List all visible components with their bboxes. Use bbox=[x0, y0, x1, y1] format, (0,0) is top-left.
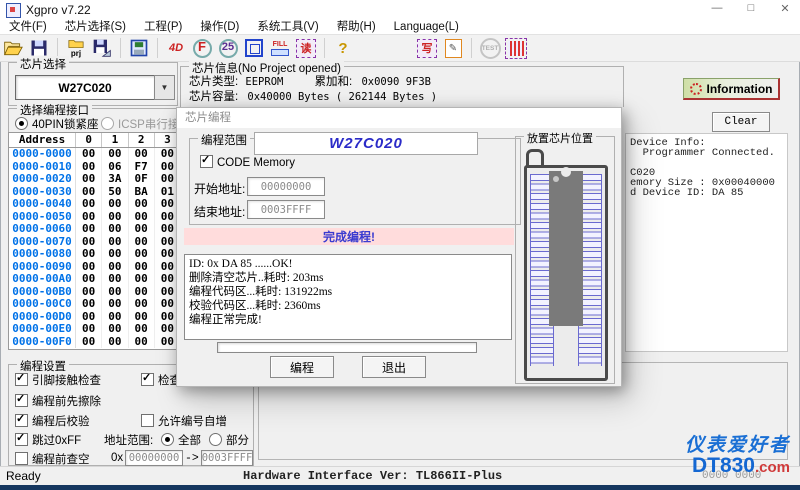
table-row[interactable]: 0000-0020 00 3A 0F 00 bbox=[9, 172, 182, 186]
program-log-line: 编程正常完成! bbox=[189, 314, 262, 326]
table-row[interactable]: 0000-0060 00 00 00 00 bbox=[9, 222, 182, 236]
addr-arrow: -> bbox=[185, 452, 199, 465]
dip-chip-icon bbox=[549, 167, 583, 326]
checkbox-code-memory[interactable]: CODE Memory bbox=[200, 153, 295, 169]
menu-item[interactable]: 系统工具(V) bbox=[248, 20, 327, 34]
chip-select-group-title: 芯片选择 bbox=[17, 56, 69, 72]
chip-select-combo[interactable]: W27C020 bbox=[15, 75, 155, 100]
minimize-button[interactable]: — bbox=[710, 2, 724, 15]
end-address-label: 结束地址: bbox=[194, 205, 246, 219]
fill-icon[interactable]: FILL bbox=[269, 37, 291, 59]
chip-select-dropdown-button[interactable] bbox=[154, 75, 175, 100]
checkbox-check-id[interactable]: 检查 bbox=[141, 371, 181, 388]
table-row[interactable]: 0000-00E0 00 00 00 00 bbox=[9, 322, 182, 336]
program-status-banner: 完成编程! bbox=[184, 228, 514, 245]
checkbox-auto-increment[interactable]: 允许编号自增 bbox=[141, 413, 227, 429]
title-bar: Xgpro v7.22 — □ ✕ bbox=[0, 0, 800, 20]
read-chip-icon[interactable]: 读 bbox=[295, 37, 317, 59]
search-25-icon[interactable]: 25 bbox=[217, 37, 239, 59]
addr-from-field[interactable]: 00000000 bbox=[125, 450, 183, 466]
device-info-panel: Device Info: Programmer Connected. C020 em… bbox=[625, 133, 788, 352]
chip-info-group: 芯片信息(No Project opened) 芯片类型: EEPROM 累加和… bbox=[180, 60, 624, 107]
socket-group: 放置芯片位置 bbox=[515, 130, 615, 384]
watermark-text: 仪表爱好者 bbox=[684, 435, 790, 456]
program-button[interactable]: 编程 bbox=[270, 356, 334, 378]
menu-item[interactable]: 文件(F) bbox=[0, 20, 56, 34]
hex-buffer-table: Address 0 1 2 3 0000-0000 00 00 00 00 00… bbox=[8, 132, 182, 350]
edit-buffer-icon[interactable]: ✎ bbox=[442, 37, 464, 59]
search-f-icon[interactable]: F bbox=[191, 37, 213, 59]
chip-select-group: 芯片选择 W27C020 bbox=[8, 56, 178, 106]
menu-item[interactable]: 芯片选择(S) bbox=[56, 20, 135, 34]
range-group-title: 编程范围 bbox=[198, 132, 250, 148]
checkbox-skip-ff[interactable]: 跳过0xFF bbox=[15, 431, 81, 448]
program-log: ID: 0x DA 85 ......OK! 删除清空芯片..耗时: 203ms 编… bbox=[184, 254, 512, 340]
watermark: 仪表爱好者 DT830.com bbox=[648, 436, 790, 478]
buffer-icon[interactable] bbox=[128, 37, 150, 59]
gear-icon bbox=[689, 82, 702, 95]
search-4d-icon[interactable]: 4D bbox=[165, 37, 187, 59]
program-log-line: 删除清空芯片..耗时: 203ms bbox=[189, 272, 324, 284]
app-icon bbox=[6, 3, 21, 18]
radio-addr-part[interactable]: 部分 bbox=[209, 432, 249, 448]
dialog-chip-banner: W27C020 bbox=[254, 132, 478, 155]
help-icon[interactable]: ? bbox=[332, 37, 354, 59]
menu-item[interactable]: Language(L) bbox=[385, 20, 468, 34]
toolbar: prj 4D F 25 FILL 读 ? 写 ✎ TEST bbox=[0, 34, 800, 62]
checkbox-verify-after[interactable]: 编程后校验 bbox=[15, 412, 90, 429]
taskbar-edge bbox=[0, 485, 800, 490]
chip-info-line1: 芯片类型: EEPROM 累加和: 0x0090 9F3B bbox=[189, 76, 431, 88]
device-info-line: Programmer Connected. bbox=[630, 147, 775, 159]
table-row[interactable]: 0000-0080 00 00 00 00 bbox=[9, 247, 182, 261]
dialog-title: 芯片编程 bbox=[177, 108, 621, 128]
locate-icon[interactable] bbox=[243, 37, 265, 59]
radio-40pin[interactable]: 40PIN锁紧座 bbox=[15, 116, 98, 132]
information-button[interactable]: Information bbox=[683, 78, 780, 100]
table-row[interactable]: 0000-00C0 00 00 00 00 bbox=[9, 297, 182, 311]
table-row[interactable]: 0000-00A0 00 00 00 00 bbox=[9, 272, 182, 286]
save-project-icon[interactable] bbox=[91, 37, 113, 59]
radio-addr-all[interactable]: 全部 bbox=[161, 432, 201, 448]
start-address-label: 开始地址: bbox=[194, 182, 246, 196]
chip-program-dialog: 芯片编程 W27C020 编程范围 CODE Memory 开始地址: 0000… bbox=[176, 107, 622, 387]
program-log-line: 编程代码区...耗时: 131922ms bbox=[189, 286, 333, 298]
test-icon: TEST bbox=[479, 37, 501, 59]
hex-table-header: Address 0 1 2 3 bbox=[9, 133, 182, 148]
checkbox-pin-check[interactable]: 引脚接触检查 bbox=[15, 371, 101, 388]
addr-to-field[interactable]: 0003FFFF bbox=[201, 450, 253, 466]
table-row[interactable]: 0000-00F0 00 00 00 00 bbox=[9, 335, 182, 348]
exit-button[interactable]: 退出 bbox=[362, 356, 426, 378]
start-address-field[interactable]: 00000000 bbox=[247, 177, 325, 196]
table-row[interactable]: 0000-0040 00 00 00 00 bbox=[9, 197, 182, 211]
device-info-line: d Device ID: DA 85 bbox=[630, 187, 744, 199]
maximize-button[interactable]: □ bbox=[744, 2, 758, 15]
clear-button[interactable]: Clear bbox=[712, 112, 770, 132]
socket-group-title: 放置芯片位置 bbox=[524, 130, 596, 146]
program-log-line: ID: 0x DA 85 ......OK! bbox=[189, 258, 293, 270]
window-title: Xgpro v7.22 bbox=[26, 3, 91, 17]
end-address-field[interactable]: 0003FFFF bbox=[247, 200, 325, 219]
addr-range-label: 地址范围: bbox=[104, 435, 154, 447]
xgpro-window: Xgpro v7.22 — □ ✕ 文件(F) 芯片选择(S) 工程(P) 操作(D)… bbox=[0, 0, 800, 490]
checkbox-blank-check[interactable]: 编程前查空 bbox=[15, 451, 90, 467]
menu-item[interactable]: 工程(P) bbox=[135, 20, 191, 34]
watermark-site: DT830.com bbox=[691, 454, 790, 477]
table-row[interactable]: 0000-0000 00 00 00 00 bbox=[9, 147, 182, 161]
chip-info-line2: 芯片容量: 0x40000 Bytes ( 262144 Bytes ) bbox=[189, 91, 438, 103]
write-chip-icon[interactable]: 写 bbox=[416, 37, 438, 59]
progress-bar bbox=[217, 342, 477, 353]
status-ready: Ready bbox=[6, 469, 41, 483]
zif-socket-icon bbox=[524, 165, 608, 381]
program-log-line: 校验代码区...耗时: 2360ms bbox=[189, 300, 321, 312]
status-hardware-version: Hardware Interface Ver: TL866II-Plus bbox=[243, 469, 503, 483]
menu-item[interactable]: 帮助(H) bbox=[328, 20, 385, 34]
hex-prefix-label: 0x bbox=[111, 452, 124, 464]
checkbox-erase-before[interactable]: 编程前先擦除 bbox=[15, 392, 101, 409]
menu-item[interactable]: 操作(D) bbox=[191, 20, 248, 34]
close-button[interactable]: ✕ bbox=[778, 2, 792, 15]
menu-bar: 文件(F) 芯片选择(S) 工程(P) 操作(D) 系统工具(V) 帮助(H) Langua… bbox=[0, 20, 800, 34]
chip-pins-icon[interactable] bbox=[505, 37, 527, 59]
